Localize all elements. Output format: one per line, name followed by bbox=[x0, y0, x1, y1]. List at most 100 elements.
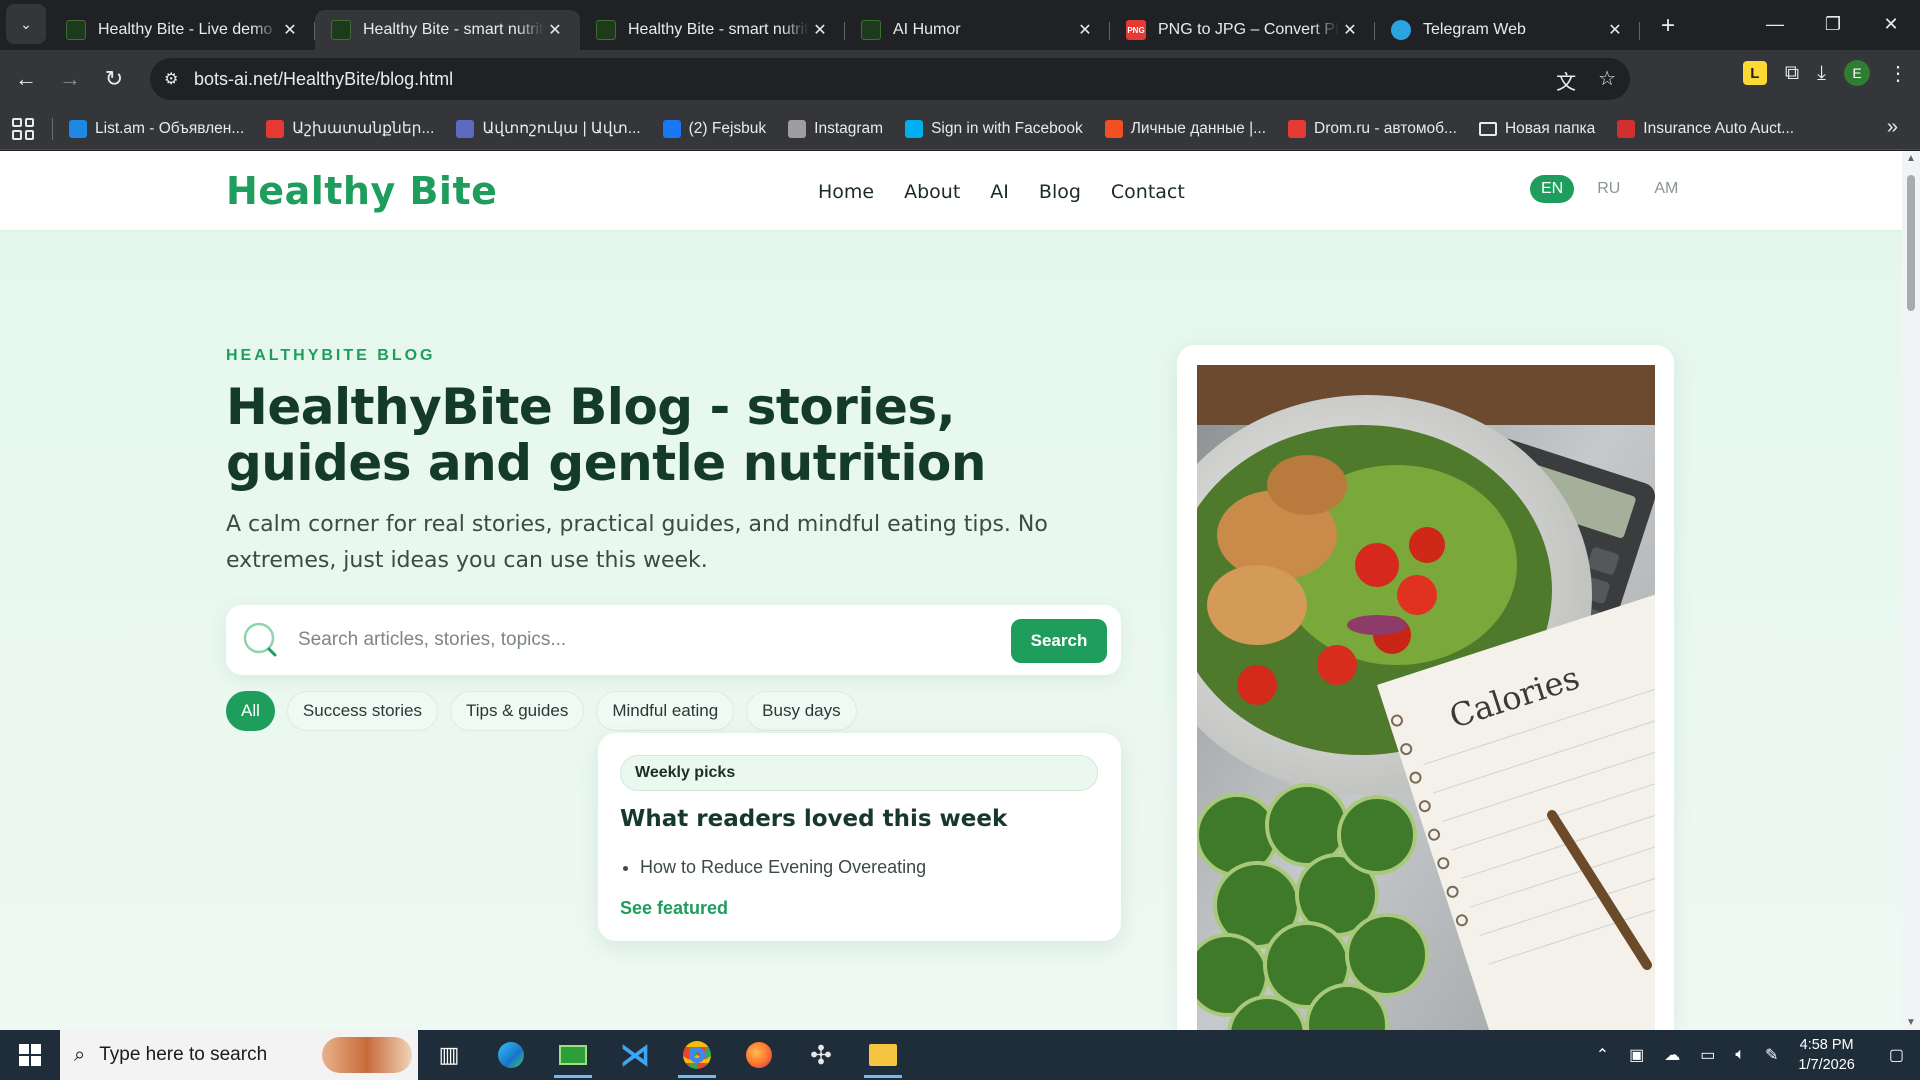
bookmark-item[interactable]: Drom.ru - автомоб... bbox=[1288, 119, 1457, 138]
tab-title[interactable]: Healthy Bite - smart nutritic bbox=[628, 21, 809, 39]
bookmark-item[interactable]: Աշխատանքներ... bbox=[266, 119, 434, 138]
bookmark-label[interactable]: Личные данные |... bbox=[1131, 120, 1266, 138]
bookmark-label[interactable]: Новая папка bbox=[1505, 120, 1595, 138]
translate-icon[interactable]: 文 bbox=[1556, 66, 1576, 95]
blog-search: Search articles, stories, topics... Sear… bbox=[226, 605, 1121, 675]
firefox-icon[interactable] bbox=[728, 1030, 790, 1080]
slack-icon[interactable]: ✣ bbox=[790, 1030, 852, 1080]
close-window-icon[interactable]: ✕ bbox=[1862, 0, 1920, 48]
back-icon[interactable]: ← bbox=[8, 61, 44, 97]
scroll-down-icon[interactable]: ▼ bbox=[1906, 1017, 1916, 1028]
battery-icon[interactable]: ▭ bbox=[1700, 1045, 1715, 1065]
nav-link-about[interactable]: About bbox=[904, 181, 960, 203]
edge-icon[interactable] bbox=[480, 1030, 542, 1080]
bookmark-star-icon[interactable]: ☆ bbox=[1598, 66, 1616, 95]
browser-tab[interactable]: Healthy Bite - smart nutritic ✕ bbox=[315, 10, 580, 50]
bookmark-label[interactable]: List.am - Объявлен... bbox=[95, 120, 244, 138]
extensions-puzzle-icon[interactable]: ⧉ bbox=[1785, 62, 1799, 85]
bookmark-item[interactable]: Insurance Auto Auct... bbox=[1617, 119, 1794, 138]
nav-link-contact[interactable]: Contact bbox=[1111, 181, 1185, 203]
bookmark-item[interactable]: Личные данные |... bbox=[1104, 119, 1266, 138]
bookmark-label[interactable]: (2) Fejsbuk bbox=[689, 120, 767, 138]
bookmark-item[interactable]: Ավտոշուկա | Ավտ... bbox=[456, 119, 641, 138]
close-tab-icon[interactable]: ✕ bbox=[1074, 20, 1096, 40]
file-explorer-icon[interactable] bbox=[852, 1030, 914, 1080]
onedrive-icon[interactable]: ☁ bbox=[1664, 1045, 1680, 1065]
task-view-icon[interactable]: ▥ bbox=[418, 1030, 480, 1080]
bookmark-item[interactable]: List.am - Объявлен... bbox=[69, 119, 244, 138]
scroll-up-icon[interactable]: ▲ bbox=[1906, 153, 1916, 164]
bookmark-label[interactable]: Աշխատանքներ... bbox=[292, 119, 434, 138]
browser-tab[interactable]: Healthy Bite - Live demo | A ✕ bbox=[50, 10, 315, 50]
browser-menu-icon[interactable]: ⋮ bbox=[1888, 61, 1908, 86]
nav-link-blog[interactable]: Blog bbox=[1039, 181, 1081, 203]
filter-chip[interactable]: Tips & guides bbox=[449, 691, 585, 731]
clock[interactable]: 4:58 PM 1/7/2026 bbox=[1798, 1035, 1854, 1075]
filter-chip[interactable]: Busy days bbox=[746, 691, 857, 731]
windows-start-icon[interactable] bbox=[0, 1030, 60, 1080]
browser-tab[interactable]: Telegram Web ✕ bbox=[1375, 10, 1640, 50]
tab-title[interactable]: PNG to JPG – Convert PNG bbox=[1158, 21, 1339, 39]
tab-title[interactable]: Healthy Bite - Live demo | A bbox=[98, 21, 279, 39]
restore-icon[interactable]: ❐ bbox=[1804, 0, 1862, 48]
forward-icon[interactable]: → bbox=[52, 61, 88, 97]
bookmark-label[interactable]: Ավտոշուկա | Ավտ... bbox=[482, 119, 640, 138]
minimize-icon[interactable]: — bbox=[1746, 0, 1804, 48]
bookmark-item[interactable]: (2) Fejsbuk bbox=[662, 119, 767, 138]
notifications-icon[interactable]: ▢ bbox=[1889, 1045, 1904, 1065]
nav-link-ai[interactable]: AI bbox=[990, 181, 1009, 203]
bookmark-item[interactable]: Новая папка bbox=[1478, 120, 1595, 138]
bookmark-item[interactable]: Instagram bbox=[788, 119, 883, 138]
weekly-item-link[interactable]: How to Reduce Evening Overeating bbox=[640, 857, 926, 878]
profile-avatar[interactable]: E bbox=[1844, 60, 1870, 86]
tab-title[interactable]: AI Humor bbox=[893, 21, 1074, 39]
search-button[interactable]: Search bbox=[1011, 619, 1107, 663]
pen-icon[interactable]: ✎ bbox=[1765, 1045, 1778, 1065]
site-info-icon[interactable]: ⚙ bbox=[164, 69, 184, 89]
volume-icon[interactable]: 🔈︎ bbox=[1735, 1046, 1745, 1064]
close-tab-icon[interactable]: ✕ bbox=[1339, 20, 1361, 40]
tray-overflow-icon[interactable]: ⌃ bbox=[1596, 1045, 1609, 1065]
close-tab-icon[interactable]: ✕ bbox=[1604, 20, 1626, 40]
bookmark-item[interactable]: Sign in with Facebook bbox=[905, 119, 1083, 138]
nav-link-home[interactable]: Home bbox=[818, 181, 874, 203]
chrome-icon[interactable] bbox=[666, 1030, 728, 1080]
tab-title[interactable]: Healthy Bite - smart nutritic bbox=[363, 21, 544, 39]
taskbar-search-placeholder[interactable]: Type here to search bbox=[99, 1044, 267, 1066]
bookmark-label[interactable]: Instagram bbox=[814, 120, 883, 138]
page-scrollbar[interactable]: ▲ ▼ bbox=[1902, 151, 1920, 1030]
browser-tab[interactable]: PNG PNG to JPG – Convert PNG ✕ bbox=[1110, 10, 1375, 50]
tab-search-button[interactable]: ⌄ bbox=[6, 4, 46, 44]
close-tab-icon[interactable]: ✕ bbox=[544, 20, 566, 40]
new-tab-button[interactable]: + bbox=[1650, 8, 1686, 44]
browser-tab[interactable]: AI Humor ✕ bbox=[845, 10, 1110, 50]
bookmark-label[interactable]: Drom.ru - автомоб... bbox=[1314, 120, 1457, 138]
language-en[interactable]: EN bbox=[1530, 175, 1575, 203]
filter-chip[interactable]: Mindful eating bbox=[596, 691, 735, 731]
language-am[interactable]: AM bbox=[1643, 175, 1689, 203]
scrollbar-thumb[interactable] bbox=[1907, 175, 1915, 311]
taskbar-search[interactable]: ⌕ Type here to search bbox=[60, 1030, 418, 1080]
apps-grid-icon[interactable] bbox=[12, 117, 34, 140]
tab-title[interactable]: Telegram Web bbox=[1423, 21, 1604, 39]
filter-chip[interactable]: Success stories bbox=[286, 691, 438, 731]
download-icon[interactable]: ⤓ bbox=[1817, 62, 1826, 85]
close-tab-icon[interactable]: ✕ bbox=[279, 20, 301, 40]
more-bookmarks-icon[interactable]: » bbox=[1887, 116, 1898, 139]
bookmark-label[interactable]: Sign in with Facebook bbox=[931, 120, 1083, 138]
bookmark-label[interactable]: Insurance Auto Auct... bbox=[1643, 120, 1794, 138]
reload-icon[interactable]: ↻ bbox=[96, 61, 132, 97]
filter-chip[interactable]: All bbox=[226, 691, 275, 731]
browser-tab[interactable]: Healthy Bite - smart nutritic ✕ bbox=[580, 10, 845, 50]
address-bar[interactable]: ⚙ bots-ai.net/HealthyBite/blog.html 文 ☆ bbox=[150, 58, 1630, 100]
extension-icon[interactable]: L bbox=[1742, 61, 1767, 85]
url-text[interactable]: bots-ai.net/HealthyBite/blog.html bbox=[194, 69, 453, 90]
language-ru[interactable]: RU bbox=[1586, 175, 1631, 203]
site-logo[interactable]: Healthy Bite bbox=[226, 169, 497, 213]
meet-icon[interactable]: ▣ bbox=[1629, 1045, 1644, 1065]
search-input[interactable]: Search articles, stories, topics... bbox=[298, 629, 566, 651]
app-green-icon[interactable] bbox=[542, 1030, 604, 1080]
see-featured-link[interactable]: See featured bbox=[620, 898, 728, 919]
close-tab-icon[interactable]: ✕ bbox=[809, 20, 831, 40]
vscode-icon[interactable]: ⋊ bbox=[604, 1030, 666, 1080]
